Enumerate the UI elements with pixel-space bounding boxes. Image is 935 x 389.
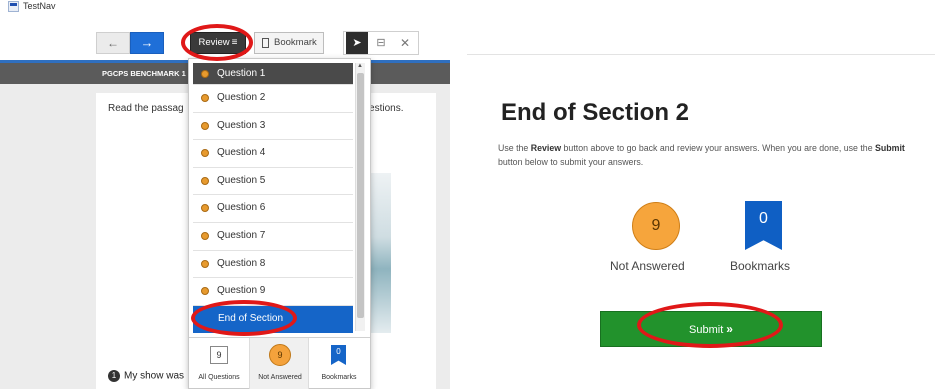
end-of-section-instructions: Use the Review button above to go back a… (498, 141, 918, 169)
bookmark-button[interactable]: Bookmark (254, 32, 324, 54)
paragraph-number-badge: 1 (108, 370, 120, 382)
unanswered-dot-icon (201, 259, 209, 268)
pointer-tool-button[interactable]: ➤ (346, 32, 368, 54)
unanswered-dot-icon (201, 204, 209, 213)
submit-button-label: Submit (689, 324, 724, 336)
close-tool-button[interactable]: ✕ (394, 32, 416, 54)
end-of-section-page: End of Section 2 Use the Review button a… (467, 54, 935, 389)
bookmarks-count: 0 (331, 345, 346, 365)
question-item-4[interactable]: Question 4 (193, 140, 353, 168)
bookmarks-caption: Bookmarks (730, 259, 791, 273)
list-icon: ≡ (231, 37, 238, 48)
not-answered-label: Not Answered (258, 374, 302, 381)
unanswered-dot-icon (201, 231, 209, 240)
filter-bookmarks[interactable]: 0 Bookmarks (309, 338, 369, 389)
bookmark-button-label: Bookmark (274, 37, 317, 48)
question-label: Question 7 (217, 229, 266, 241)
paragraph-text: My show was (124, 370, 185, 382)
question-label: Question 5 (217, 174, 266, 186)
pointer-icon: ➤ (352, 37, 362, 49)
scroll-up-icon[interactable]: ▲ (357, 63, 363, 69)
passage-paragraph: 1 My show was (108, 370, 184, 382)
question-label: Question 9 (217, 285, 266, 297)
question-item-5[interactable]: Question 5 (193, 168, 353, 196)
app-name: TestNav (23, 1, 56, 11)
app-header: TestNav (0, 0, 450, 14)
question-list: Question 1 Question 2 Question 3 Questio… (193, 63, 353, 334)
end-of-section-item[interactable]: End of Section (193, 305, 353, 334)
question-item-9[interactable]: Question 9 (193, 278, 353, 306)
answer-eliminator-button[interactable]: ⊟ (370, 32, 392, 54)
not-answered-count-badge[interactable]: 9 (632, 202, 680, 250)
next-button[interactable]: → (130, 32, 164, 54)
instruction-submit-word: Submit (875, 143, 905, 153)
back-button[interactable]: ← (96, 32, 130, 54)
question-item-3[interactable]: Question 3 (193, 113, 353, 141)
question-item-1[interactable]: Question 1 (193, 63, 353, 85)
filter-not-answered[interactable]: 9 Not Answered (249, 338, 309, 389)
testnav-logo-icon (8, 1, 19, 12)
not-answered-caption: Not Answered (610, 259, 685, 273)
unanswered-dot-icon (201, 94, 209, 102)
instruction-part: Use the (498, 143, 531, 153)
bookmark-icon (262, 38, 269, 48)
question-label: Question 2 (217, 92, 266, 103)
bookmarks-label: Bookmarks (321, 374, 357, 381)
all-questions-count: 9 (210, 346, 228, 364)
submit-button[interactable]: Submit» (600, 311, 822, 347)
page-title: End of Section 2 (501, 99, 690, 126)
arrow-right-icon: → (140, 35, 154, 50)
unanswered-dot-icon (201, 287, 209, 296)
instruction-part: button above to go back and review your … (561, 143, 876, 153)
unanswered-dot-icon (201, 121, 209, 130)
section-title: PGCPS BENCHMARK 1 R (102, 69, 194, 78)
question-item-6[interactable]: Question 6 (193, 195, 353, 223)
testnav-screen: TestNav ← → Review ≡ Bookmark ➤ ⊟ ✕ PGCPS… (0, 0, 450, 389)
toolbar: ← → Review ≡ Bookmark ➤ ⊟ ✕ (0, 24, 450, 60)
unanswered-dot-icon (201, 70, 209, 78)
question-label: Question 4 (217, 147, 266, 159)
dropdown-scrollbar[interactable]: ▲ (355, 63, 365, 331)
instruction-part: button below to submit your answers. (498, 157, 644, 167)
unanswered-dot-icon (201, 176, 209, 185)
review-filter-bar: 9 All Questions 9 Not Answered 0 Bookmar… (189, 337, 370, 389)
review-button[interactable]: Review ≡ (190, 32, 246, 54)
question-item-8[interactable]: Question 8 (193, 251, 353, 279)
all-questions-label: All Questions (198, 374, 240, 381)
not-answered-count: 9 (269, 344, 291, 366)
question-label: Question 6 (217, 202, 266, 214)
passage-intro-left: Read the passag (108, 103, 184, 114)
eliminate-icon: ⊟ (376, 37, 386, 49)
bookmarks-count-badge[interactable]: 0 (745, 201, 782, 250)
question-label: Question 3 (217, 119, 266, 131)
unanswered-dot-icon (201, 149, 209, 158)
question-item-7[interactable]: Question 7 (193, 223, 353, 251)
review-button-label: Review (198, 37, 230, 48)
question-label: Question 1 (217, 68, 266, 79)
double-chevron-right-icon: » (726, 322, 733, 336)
question-label: Question 8 (217, 257, 266, 269)
arrow-left-icon: ← (107, 36, 119, 50)
scrollbar-thumb[interactable] (357, 73, 364, 318)
question-item-2[interactable]: Question 2 (193, 85, 353, 113)
instruction-review-word: Review (530, 143, 562, 153)
end-of-section-label: End of Section (218, 312, 284, 324)
filter-all-questions[interactable]: 9 All Questions (189, 338, 249, 389)
close-icon: ✕ (399, 36, 411, 50)
review-dropdown: Question 1 Question 2 Question 3 Questio… (188, 58, 371, 389)
